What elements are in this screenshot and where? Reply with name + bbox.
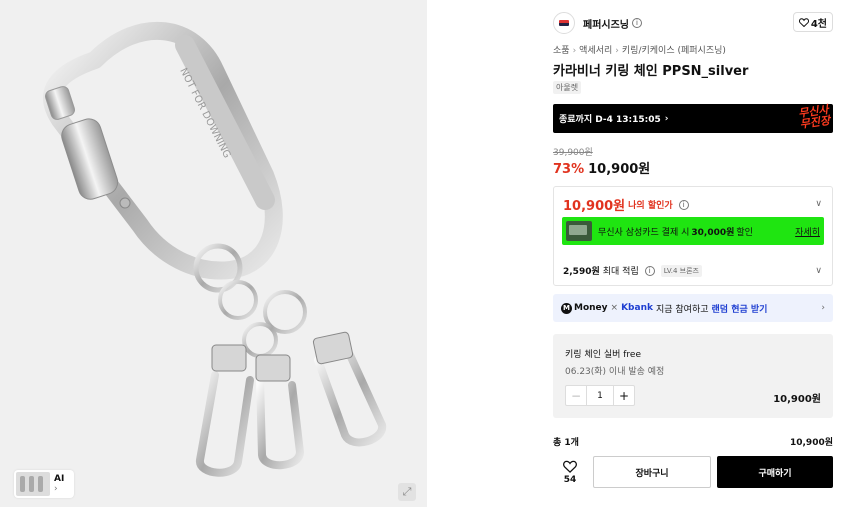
quantity-stepper: − 1 + <box>565 385 635 406</box>
breadcrumb-item[interactable]: 액세서리 <box>579 46 612 56</box>
total-price: 10,900원 <box>789 438 833 448</box>
card-detail-link[interactable]: 자세히 <box>795 225 820 238</box>
brand-logo[interactable] <box>553 12 575 34</box>
card-promo-banner[interactable]: 무신사 삼성카드 결제 시 30,000원 할인 자세히 <box>562 217 824 245</box>
chevron-right-icon: › <box>572 46 577 56</box>
heart-icon <box>798 17 809 27</box>
my-discount-price: 10,900원 <box>563 199 626 214</box>
times-icon: × <box>610 303 619 313</box>
chevron-right-icon: › <box>821 303 825 313</box>
chevron-down-icon[interactable]: ∨ <box>815 266 822 276</box>
event-banner[interactable]: 종료까지 D-4 13:15:05 › 무신사 무진장 <box>553 103 833 133</box>
card-promo-text: 무신사 삼성카드 결제 시 <box>598 227 690 238</box>
ai-label: AI <box>54 474 65 484</box>
option-name: 키링 체인 실버 free <box>565 350 642 360</box>
brand-row: 페퍼시즈닝 i 4천 <box>553 12 833 34</box>
wishlist-button[interactable]: 54 <box>553 460 587 485</box>
info-icon[interactable]: i <box>632 18 642 28</box>
reward-label: 최대 적립 <box>602 267 639 277</box>
product-image: NOT FOR DOWNING <box>43 21 387 477</box>
chevron-right-icon: › <box>54 484 58 494</box>
benefit-box: 10,900원 나의 할인가 i ∨ 무신사 삼성카드 결제 시 30,000원… <box>553 186 833 286</box>
chevron-right-icon: › <box>664 113 669 124</box>
my-price-row[interactable]: 10,900원 나의 할인가 i <box>563 195 689 214</box>
outlet-tag: 아울렛 <box>553 81 582 94</box>
thumbnail-image <box>16 472 50 496</box>
ai-thumbnail[interactable]: AI › <box>14 470 74 498</box>
breadcrumb: 소품 › 액세서리 › 키링/키케이스 (페퍼시즈닝) <box>553 43 726 56</box>
brand-name[interactable]: 페퍼시즈닝 <box>583 16 629 31</box>
purchase-bar: 54 장바구니 구매하기 <box>553 456 833 488</box>
breadcrumb-item[interactable]: 소품 <box>553 46 570 56</box>
breadcrumb-item[interactable]: 키링/키케이스 (페퍼시즈닝) <box>622 46 726 56</box>
wishlist-count: 54 <box>563 474 577 485</box>
product-image-pane[interactable]: NOT FOR DOWNING AI › ⤢ <box>0 0 427 507</box>
original-price: 39,900원 <box>553 148 593 158</box>
expand-icon[interactable]: ⤢ <box>398 483 416 501</box>
total-count: 총 1개 <box>553 438 579 448</box>
member-level-badge: LV.4 브론즈 <box>660 264 702 277</box>
money-brand: Money <box>574 303 608 313</box>
event-logo: 무신사 무진장 <box>797 103 831 131</box>
reward-row[interactable]: 2,590원 최대 적립 i LV.4 브론즈 <box>563 264 702 277</box>
discount-rate: 73% <box>553 162 585 177</box>
total-row: 총 1개 10,900원 <box>553 435 833 448</box>
my-discount-label: 나의 할인가 <box>628 201 673 211</box>
info-icon[interactable]: i <box>678 199 689 210</box>
brand-like-count: 4천 <box>810 18 827 30</box>
shipping-date: 06.23(화) 이내 발송 예정 <box>565 367 665 377</box>
product-title: 카라비너 키링 체인 PPSN_silver <box>553 64 749 79</box>
brand-like-button[interactable]: 4천 <box>792 12 833 32</box>
card-promo-amount: 30,000원 <box>691 227 735 238</box>
buy-now-button[interactable]: 구매하기 <box>717 456 833 488</box>
money-banner-highlight: 랜덤 현금 받기 <box>711 304 768 315</box>
card-promo-suffix: 할인 <box>736 227 753 238</box>
event-timer: 종료까지 D-4 13:15:05 <box>559 115 661 125</box>
card-image <box>566 221 592 241</box>
selected-option-box: 키링 체인 실버 free 06.23(화) 이내 발송 예정 − 1 + 10… <box>553 334 833 418</box>
chevron-right-icon: › <box>615 46 619 56</box>
kbank-brand: Kbank <box>621 303 653 313</box>
money-logo-icon: M <box>561 302 572 314</box>
reward-amount: 2,590원 <box>563 267 600 277</box>
option-price: 10,900원 <box>773 394 821 405</box>
money-banner-text: 지금 참여하고 <box>655 304 709 315</box>
increase-button[interactable]: + <box>614 386 634 405</box>
add-to-cart-button[interactable]: 장바구니 <box>593 456 711 488</box>
heart-icon <box>563 460 577 473</box>
sale-price: 10,900원 <box>588 162 651 177</box>
info-icon[interactable]: i <box>644 265 655 276</box>
chevron-down-icon[interactable]: ∨ <box>815 199 822 209</box>
quantity-value[interactable]: 1 <box>586 386 614 405</box>
money-banner[interactable]: M Money × Kbank 지금 참여하고 랜덤 현금 받기 › <box>553 294 833 322</box>
decrease-button[interactable]: − <box>566 386 586 405</box>
price-row: 73% 10,900원 <box>553 158 650 177</box>
